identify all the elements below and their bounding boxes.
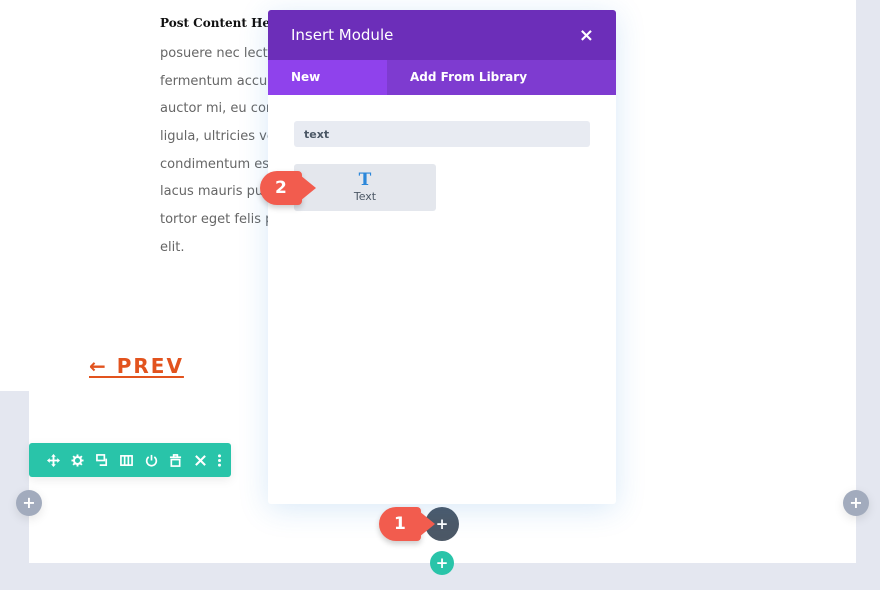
module-search-input[interactable] bbox=[294, 121, 590, 147]
duplicate-icon[interactable] bbox=[90, 443, 115, 477]
step-callout-1: 1 bbox=[379, 507, 421, 541]
module-label: Text bbox=[353, 190, 377, 203]
insert-module-modal: Insert Module × New Module Add From Libr… bbox=[268, 10, 616, 504]
gear-icon[interactable] bbox=[66, 443, 91, 477]
modal-tabs: New Module Add From Library bbox=[268, 60, 616, 119]
step-callout-2: 2 bbox=[260, 171, 302, 205]
add-section-button[interactable]: + bbox=[430, 551, 454, 575]
tab-add-from-library[interactable]: Add From Library bbox=[387, 60, 550, 95]
add-row-right-button[interactable]: + bbox=[843, 490, 869, 516]
prev-post-link[interactable]: ← PREV bbox=[89, 354, 184, 378]
columns-icon[interactable] bbox=[115, 443, 140, 477]
close-icon[interactable] bbox=[188, 443, 213, 477]
add-row-left-button[interactable]: + bbox=[16, 490, 42, 516]
move-icon[interactable] bbox=[41, 443, 66, 477]
tab-new-module[interactable]: New Module bbox=[268, 60, 387, 119]
more-options-icon[interactable] bbox=[213, 443, 227, 477]
builder-canvas: Post Content Hea posuere nec lectus erat… bbox=[0, 0, 880, 590]
row-settings-toolbar bbox=[29, 443, 231, 477]
trash-icon[interactable] bbox=[164, 443, 189, 477]
text-module-icon: T bbox=[358, 170, 372, 190]
post-content-heading: Post Content Hea bbox=[160, 16, 278, 30]
close-icon[interactable]: × bbox=[579, 25, 594, 46]
modal-header: Insert Module × bbox=[268, 10, 616, 60]
modal-title: Insert Module bbox=[291, 26, 394, 44]
power-icon[interactable] bbox=[139, 443, 164, 477]
